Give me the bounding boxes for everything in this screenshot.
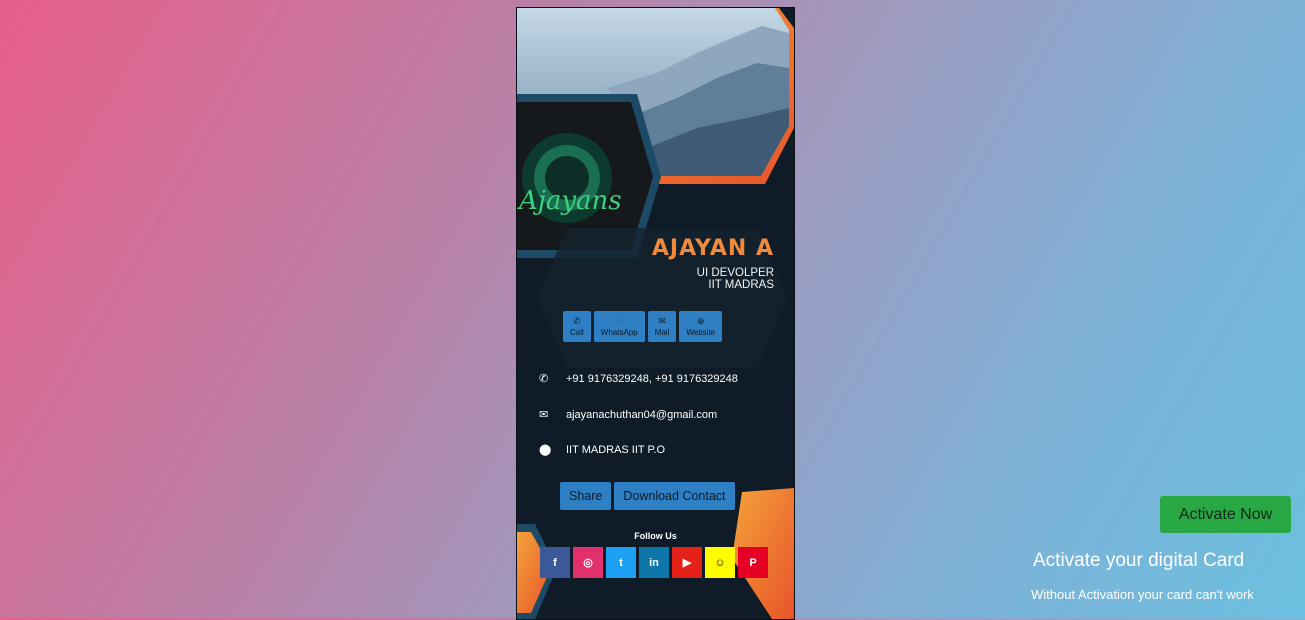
phone-icon: ✆ — [573, 315, 581, 326]
envelope-icon: ✉ — [539, 409, 549, 421]
website-label: Website — [686, 327, 716, 337]
phone-row[interactable]: ✆ +91 9176329248, +91 9176329248 — [539, 372, 738, 386]
mail-icon: ✉ — [658, 315, 666, 326]
mail-label: Mail — [654, 327, 670, 337]
address-row: ⬤ IIT MADRAS IIT P.O — [539, 443, 666, 457]
pinterest-icon[interactable]: P — [738, 547, 768, 578]
activation-title: Activate your digital Card — [1033, 550, 1245, 571]
social-links: f ◎ t in ▶ ☺ P — [540, 547, 768, 578]
facebook-icon[interactable]: f — [540, 547, 570, 578]
card-buttons: Share Download Contact — [560, 482, 735, 510]
digital-business-card: Ajayans AJAYAN A UI DEVOLPER IIT MADRAS … — [516, 7, 795, 620]
call-button[interactable]: ✆ Call — [563, 311, 591, 342]
whatsapp-button[interactable]: ◌ WhatsApp — [593, 311, 645, 342]
follow-us-label: Follow Us — [634, 531, 677, 541]
role-organization: IIT MADRAS — [708, 279, 774, 291]
mail-button[interactable]: ✉ Mail — [647, 311, 677, 342]
email-text: ajayanachuthan04@gmail.com — [566, 408, 718, 421]
call-label: Call — [570, 327, 584, 337]
youtube-icon[interactable]: ▶ — [672, 547, 702, 578]
phone-text: +91 9176329248, +91 9176329248 — [566, 372, 738, 385]
activate-now-button[interactable]: Activate Now — [1160, 496, 1291, 533]
map-pin-icon: ⬤ — [539, 444, 552, 456]
email-row[interactable]: ✉ ajayanachuthan04@gmail.com — [539, 408, 718, 422]
linkedin-icon[interactable]: in — [639, 547, 669, 578]
download-contact-button[interactable]: Download Contact — [614, 482, 735, 510]
instagram-icon[interactable]: ◎ — [573, 547, 603, 578]
address-text: IIT MADRAS IIT P.O — [566, 443, 666, 456]
phone-icon: ✆ — [539, 373, 549, 385]
whatsapp-icon: ◌ — [616, 315, 622, 326]
snapchat-icon[interactable]: ☺ — [705, 547, 735, 578]
activation-subtitle: Without Activation your card can't work — [1031, 587, 1254, 602]
website-button[interactable]: ⊕ Website — [679, 311, 723, 342]
card-holder-name: AJAYAN A — [651, 236, 774, 261]
logo-text: Ajayans — [519, 186, 622, 216]
card-holder-role: UI DEVOLPER IIT MADRAS — [697, 267, 774, 291]
whatsapp-label: WhatsApp — [600, 327, 638, 337]
share-button[interactable]: Share — [560, 482, 612, 510]
globe-icon: ⊕ — [696, 315, 705, 326]
role-title: UI DEVOLPER — [696, 267, 774, 279]
twitter-icon[interactable]: t — [606, 547, 636, 578]
quick-actions: ✆ Call ◌ WhatsApp ✉ Mail ⊕ Website — [563, 311, 723, 342]
